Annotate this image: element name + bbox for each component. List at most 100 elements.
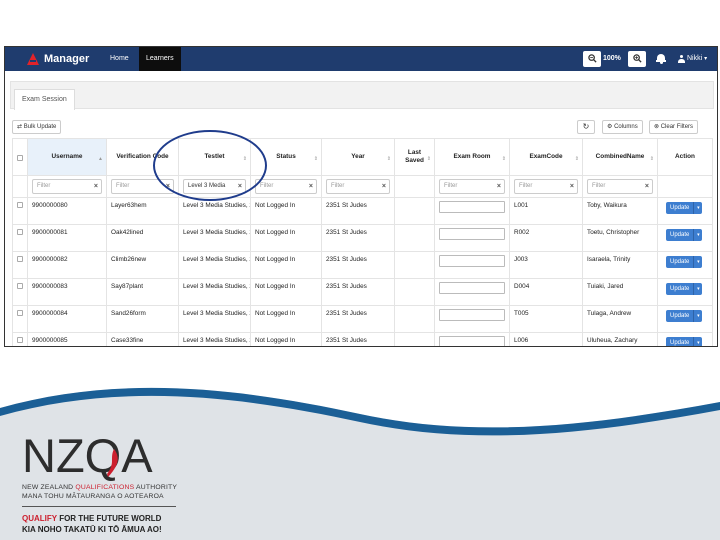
row-checkbox[interactable] [17, 202, 23, 208]
exam-room-cell [434, 251, 510, 279]
tagline-line-2: KIA NOHO TAKATŪ KI TŌ ĀMUA AO! [22, 525, 162, 534]
chevron-down-icon[interactable]: ▾ [693, 202, 703, 214]
col-last-saved[interactable]: Last Saved ⇕ [394, 138, 435, 176]
last-saved-cell [394, 278, 435, 306]
clear-x-icon[interactable]: × [382, 180, 386, 193]
clear-x-icon[interactable]: × [94, 180, 98, 193]
verification-code-cell: Layer63hem [106, 197, 179, 225]
chevron-down-icon: ▾ [704, 56, 708, 62]
bulk-update-button[interactable]: ⇄ Bulk Update [12, 120, 62, 134]
verification-code-cell: Case33fine [106, 332, 179, 346]
row-checkbox[interactable] [17, 310, 23, 316]
exam-room-input[interactable] [439, 228, 505, 240]
clear-x-icon[interactable]: × [645, 180, 649, 193]
update-button[interactable]: Update [666, 283, 694, 295]
clear-filters-button[interactable]: ⊗ Clear Filters [649, 120, 699, 134]
header-row: Username ▲ Verification Code Testlet ⇕ Sta… [12, 138, 713, 176]
exam-room-input[interactable] [439, 255, 505, 267]
zoom-in-button[interactable] [628, 51, 646, 67]
filter-cell: Filter × [509, 175, 583, 198]
chevron-down-icon[interactable]: ▾ [693, 337, 703, 346]
select-all-checkbox[interactable] [17, 154, 23, 161]
swap-icon: ⇄ [17, 124, 23, 130]
update-button[interactable]: Update [666, 256, 694, 268]
status-cell: Not Logged In [250, 332, 322, 346]
filter-placeholder: Filter [331, 183, 345, 189]
exam-room-input[interactable] [439, 282, 505, 294]
clear-circle-icon: ⊗ [654, 124, 660, 130]
tab-exam-session[interactable]: Exam Session [14, 89, 75, 110]
status-cell: Not Logged In [250, 305, 322, 333]
row-select-cell [12, 197, 28, 225]
authority-line-1c: AUTHORITY [134, 484, 178, 491]
chevron-down-icon[interactable]: ▾ [693, 256, 703, 268]
chevron-down-icon[interactable]: ▾ [693, 229, 703, 241]
row-select-cell [12, 332, 28, 346]
last-saved-cell [394, 197, 435, 225]
examcode-filter[interactable]: Filter × [514, 179, 578, 194]
tagline: QUALIFY FOR THE FUTURE WORLD KIA NOHO TA… [22, 513, 162, 535]
exam-room-input[interactable] [439, 201, 505, 213]
table-row: 9900000081 Oak42lined Level 3 Media Stud… [12, 224, 713, 252]
update-button[interactable]: Update [666, 337, 694, 346]
row-checkbox[interactable] [17, 229, 23, 235]
combinedname-cell: Toetu, Christopher [582, 224, 658, 252]
col-verification-code[interactable]: Verification Code [106, 138, 179, 176]
columns-button[interactable]: ⚙ Columns [602, 120, 643, 134]
col-exam-room[interactable]: Exam Room ⇕ [434, 138, 510, 176]
col-year-label: Year [351, 153, 365, 160]
year-filter[interactable]: Filter × [326, 179, 390, 194]
clear-x-icon[interactable]: × [166, 180, 170, 193]
filter-cell-empty [657, 175, 713, 198]
chevron-down-icon[interactable]: ▾ [693, 283, 703, 295]
top-navbar: Manager Home Learners 100% Nikki ▾ [5, 47, 717, 71]
nav-home[interactable]: Home [103, 47, 136, 71]
row-checkbox[interactable] [17, 256, 23, 262]
col-combinedname[interactable]: CombinedName ⇕ [582, 138, 658, 176]
row-checkbox[interactable] [17, 283, 23, 289]
table-row: 9900000082 Climb26new Level 3 Media Stud… [12, 251, 713, 279]
row-select-cell [12, 251, 28, 279]
combinedname-filter[interactable]: Filter × [587, 179, 653, 194]
clear-x-icon[interactable]: × [238, 180, 242, 193]
update-button[interactable]: Update [666, 229, 694, 241]
exam-room-input[interactable] [439, 336, 505, 346]
verification-code-cell: Oak42lined [106, 224, 179, 252]
last-saved-cell [394, 251, 435, 279]
nav-learners[interactable]: Learners [139, 47, 181, 71]
select-all-cell [12, 138, 28, 176]
filter-cell: Level 3 Media × [178, 175, 251, 198]
refresh-button[interactable]: ↻ [577, 120, 595, 134]
col-examcode[interactable]: ExamCode ⇕ [509, 138, 583, 176]
columns-label: Columns [614, 124, 638, 130]
row-checkbox[interactable] [17, 337, 23, 343]
username-cell: 9900000081 [27, 224, 107, 252]
testlet-cell: Level 3 Media Studies, 2019 [178, 332, 251, 346]
col-username[interactable]: Username ▲ [27, 138, 107, 176]
filter-placeholder: Filter [37, 183, 51, 189]
filter-cell-empty [394, 175, 435, 198]
clear-x-icon[interactable]: × [309, 180, 313, 193]
col-status[interactable]: Status ⇕ [250, 138, 322, 176]
username-filter[interactable]: Filter × [32, 179, 102, 194]
update-button[interactable]: Update [666, 310, 694, 322]
exam-room-filter[interactable]: Filter × [439, 179, 505, 194]
status-cell: Not Logged In [250, 278, 322, 306]
verification-code-filter[interactable]: Filter × [111, 179, 174, 194]
brand[interactable]: Manager [27, 51, 89, 67]
col-year[interactable]: Year ⇕ [321, 138, 395, 176]
col-testlet[interactable]: Testlet ⇕ [178, 138, 251, 176]
clear-x-icon[interactable]: × [570, 180, 574, 193]
testlet-filter[interactable]: Level 3 Media × [183, 179, 246, 194]
user-menu[interactable]: Nikki ▾ [678, 47, 707, 71]
bell-icon[interactable] [656, 53, 666, 65]
chevron-down-icon[interactable]: ▾ [693, 310, 703, 322]
authority-line-1b: QUALIFICATIONS [75, 484, 135, 491]
status-filter[interactable]: Filter × [255, 179, 317, 194]
examcode-cell: T005 [509, 305, 583, 333]
clear-x-icon[interactable]: × [497, 180, 501, 193]
zoom-out-button[interactable] [583, 51, 601, 67]
update-button[interactable]: Update [666, 202, 694, 214]
exam-room-input[interactable] [439, 309, 505, 321]
filter-placeholder: Filter [519, 183, 533, 189]
